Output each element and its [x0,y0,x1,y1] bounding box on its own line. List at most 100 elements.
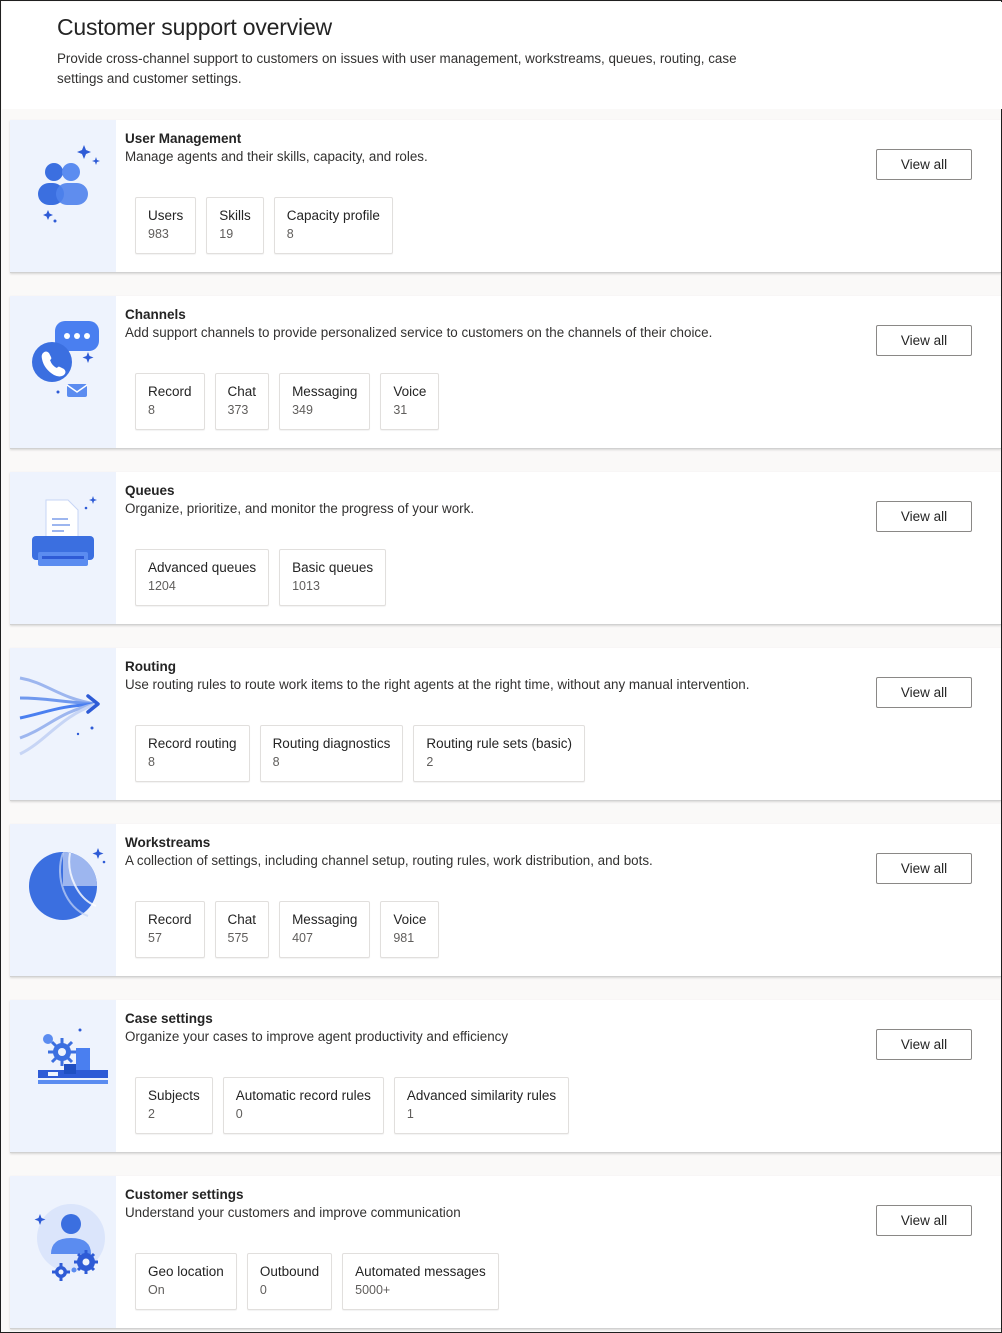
tile-value: 1 [406,1107,414,1121]
tile-capacity-profile[interactable]: Capacity profile 8 [273,197,393,254]
tile-label: Skills [219,208,251,223]
stat-tiles: Users 983 Skills 19 Capacity profile 8 [135,197,393,254]
tile-voice[interactable]: Voice 981 [380,901,440,958]
tile-label: Voice [393,912,427,927]
tile-label: Outbound [259,1264,320,1279]
tile-value: 8 [148,755,155,769]
card-description: Organize, prioritize, and monitor the pr… [125,501,475,516]
card-queues: Queues Organize, prioritize, and monitor… [10,472,1001,625]
tile-label: Automated messages [355,1264,486,1279]
tile-label: Advanced similarity rules [406,1088,557,1103]
tile-advanced-similarity-rules[interactable]: Advanced similarity rules 1 [393,1077,570,1134]
tile-messaging[interactable]: Messaging 407 [279,901,371,958]
card-illustration [10,472,116,624]
card-title: Routing [125,659,176,674]
tile-value: 31 [393,403,408,417]
card-title: Customer settings [125,1187,244,1202]
tile-routing-diagnostics[interactable]: Routing diagnostics 8 [259,725,404,782]
app-frame: Customer support overview Provide cross-… [0,0,1002,1333]
tile-value: 373 [227,403,249,417]
tile-automated-messages[interactable]: Automated messages 5000+ [342,1253,499,1310]
tile-label: Geo location [148,1264,224,1279]
card-illustration [10,120,116,272]
tile-label: Advanced queues [148,560,257,575]
stat-tiles: Record routing 8 Routing diagnostics 8 Rou… [135,725,585,782]
card-case-settings: Case settings Organize your cases to imp… [10,1000,1001,1153]
card-user-management: User Management Manage agents and their … [10,120,1001,273]
tile-voice[interactable]: Voice 31 [380,373,440,430]
card-routing: Routing Use routing rules to route work … [10,648,1001,801]
tile-value: 8 [272,755,280,769]
card-description: Use routing rules to route work items to… [125,677,750,692]
tile-basic-queues[interactable]: Basic queues 1013 [279,549,387,606]
tile-value: 981 [393,931,415,945]
tile-label: Users [148,208,184,223]
tile-value: 8 [148,403,155,417]
card-illustration [10,296,116,448]
card-title: Channels [125,307,186,322]
tile-value: 575 [227,931,249,945]
stat-tiles: Geo location On Outbound 0 Automated messa… [135,1253,499,1310]
tile-label: Record routing [148,736,237,751]
view-all-button[interactable]: View all [876,325,972,356]
page-description: Provide cross-channel support to custome… [57,51,737,86]
tile-value: 19 [219,227,234,241]
tile-advanced-queues[interactable]: Advanced queues 1204 [135,549,270,606]
tile-value: 0 [235,1107,243,1121]
tile-value: 57 [148,931,162,945]
tile-skills[interactable]: Skills 19 [206,197,264,254]
card-illustration [10,824,116,976]
view-all-button[interactable]: View all [876,677,972,708]
tile-label: Routing diagnostics [272,736,391,751]
tile-value: 349 [292,403,313,417]
view-all-button[interactable]: View all [876,853,972,884]
card-description: Organize your cases to improve agent pro… [125,1029,509,1044]
card-description: Manage agents and their skills, capacity… [125,149,428,164]
tile-value: 407 [292,931,313,945]
stat-tiles: Advanced queues 1204 Basic queues 1013 [135,549,387,606]
stat-tiles: Record 8 Chat 373 Messaging 349 Voice 31 [135,373,440,430]
tile-automatic-record-rules[interactable]: Automatic record rules 0 [222,1077,384,1134]
tile-subjects[interactable]: Subjects 2 [135,1077,213,1134]
tile-messaging[interactable]: Messaging 349 [279,373,371,430]
card-illustration [10,1176,116,1328]
card-channels: Channels Add support channels to provide… [10,296,1001,449]
card-customer-settings: Customer settings Understand your custom… [10,1176,1001,1329]
card-description: Add support channels to provide personal… [125,325,713,340]
tile-record-routing[interactable]: Record routing 8 [135,725,250,782]
tile-chat[interactable]: Chat 575 [214,901,270,958]
tile-label: Capacity profile [286,208,380,223]
tile-value: 1204 [148,579,176,593]
view-all-button[interactable]: View all [876,149,972,180]
tile-routing-rule-sets[interactable]: Routing rule sets (basic) 2 [413,725,585,782]
tile-record[interactable]: Record 8 [135,373,205,430]
page-header: Customer support overview Provide cross-… [2,2,1002,109]
card-description: A collection of settings, including chan… [125,853,653,868]
tile-value: 1013 [292,579,320,593]
tile-label: Routing rule sets (basic) [426,736,572,751]
tile-label: Messaging [292,912,358,927]
view-all-button[interactable]: View all [876,501,972,532]
view-all-button[interactable]: View all [876,1029,972,1060]
tile-value: 0 [259,1283,267,1297]
card-title: User Management [125,131,242,146]
card-workstreams: Workstreams A collection of settings, in… [10,824,1001,977]
card-illustration [10,648,116,800]
tile-label: Record [148,384,192,399]
card-description: Understand your customers and improve co… [125,1205,461,1220]
tile-value: 8 [286,227,294,241]
tile-label: Basic queues [292,560,374,575]
card-title: Workstreams [125,835,211,850]
card-title: Case settings [125,1011,213,1026]
tile-outbound[interactable]: Outbound 0 [246,1253,333,1310]
view-all-button[interactable]: View all [876,1205,972,1236]
tile-label: Voice [393,384,427,399]
tile-value: 5000+ [355,1283,391,1297]
tile-label: Record [148,912,192,927]
tile-chat[interactable]: Chat 373 [214,373,270,430]
tile-users[interactable]: Users 983 [135,197,197,254]
tile-label: Automatic record rules [235,1088,371,1103]
stat-tiles: Subjects 2 Automatic record rules 0 Advanc… [135,1077,570,1134]
tile-record[interactable]: Record 57 [135,901,205,958]
tile-geo-location[interactable]: Geo location On [135,1253,237,1310]
